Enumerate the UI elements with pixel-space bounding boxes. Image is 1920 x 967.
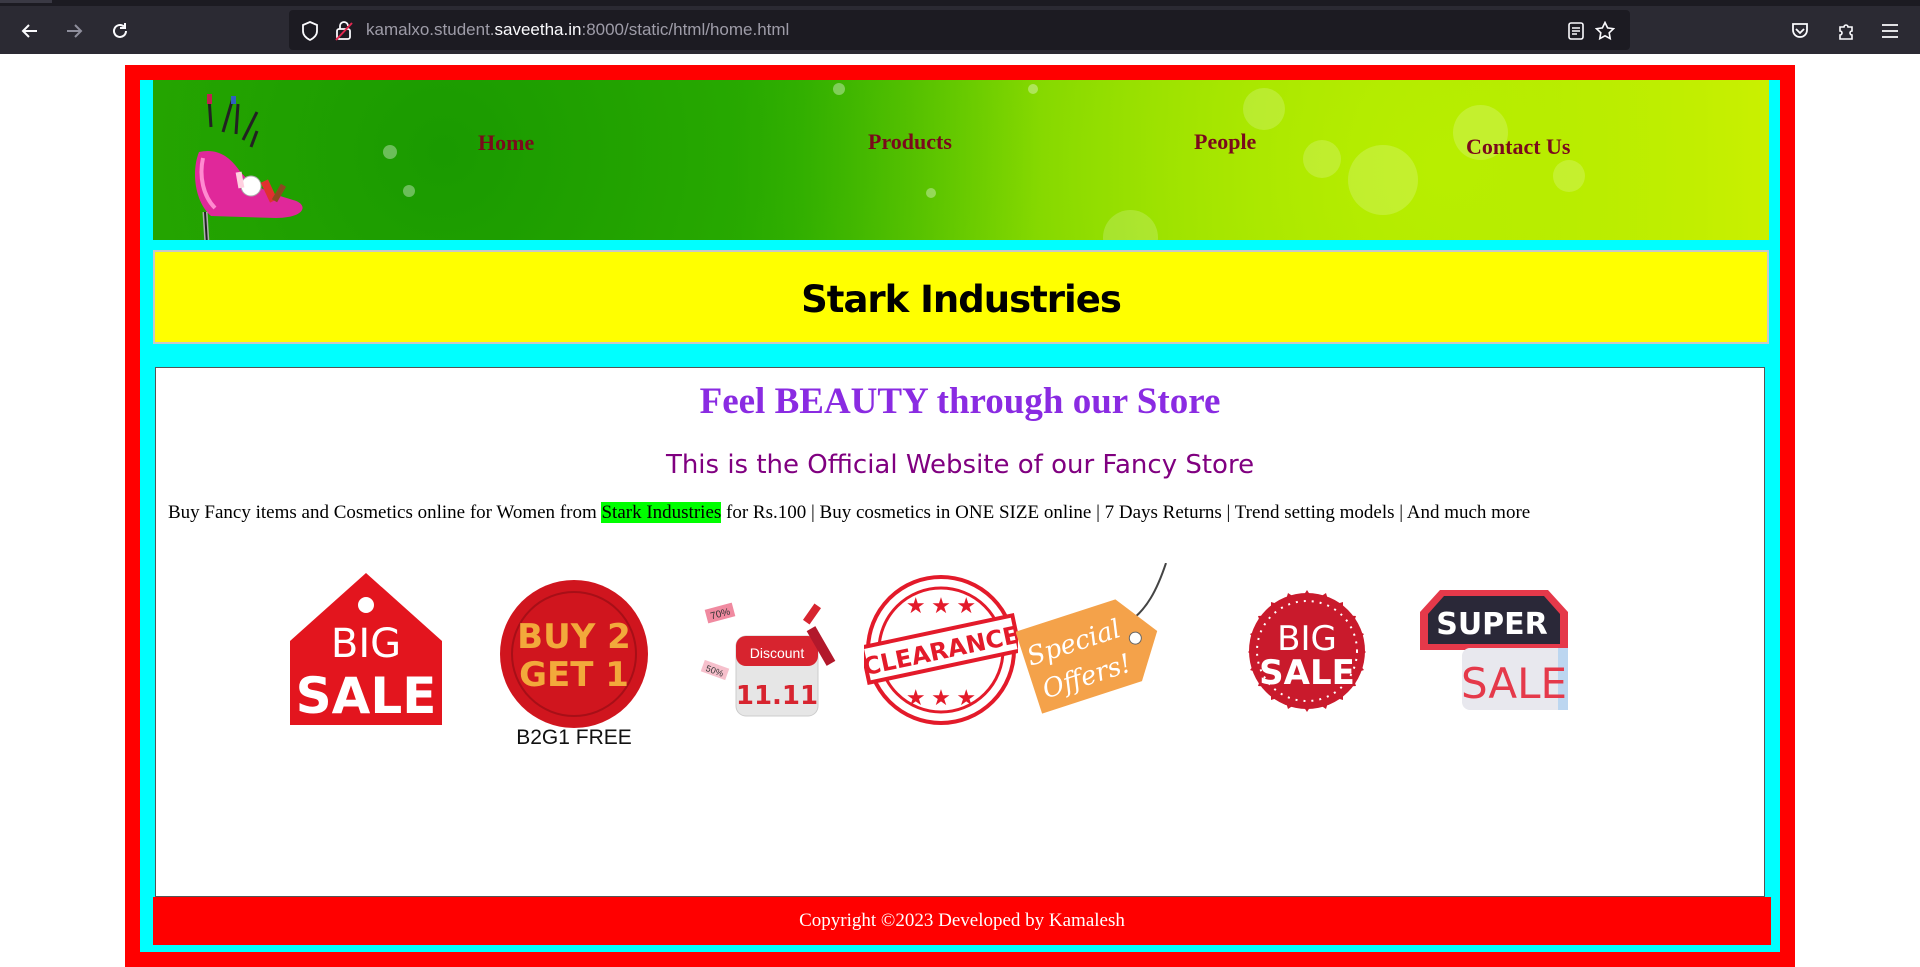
highlighted-company: Stark Industries [601,502,722,523]
svg-text:★ ★ ★: ★ ★ ★ [906,593,976,618]
bokeh-light [1303,140,1341,178]
active-tab-indicator[interactable] [0,0,52,3]
extensions-puzzle-icon[interactable] [1834,19,1858,43]
bokeh-light [926,188,936,198]
company-title: Stark Industries [801,278,1122,321]
reader-view-icon[interactable] [1565,20,1587,42]
svg-text:SALE: SALE [1259,653,1355,693]
bokeh-light [1243,88,1285,130]
svg-text:★ ★ ★: ★ ★ ★ [906,685,976,710]
description-text: Buy Fancy items and Cosmetics online for… [168,502,602,523]
page-frame: Home Products People Contact Us Stark In… [125,65,1795,967]
browser-toolbar: kamalxo.student.saveetha.in:8000/static/… [0,6,1920,54]
svg-text:SALE: SALE [1461,659,1567,708]
url-text[interactable]: kamalxo.student.saveetha.in:8000/static/… [366,20,789,40]
big-sale-tag-image: BIG SALE [290,573,442,725]
super-sale-tag-image: SUPER SALE [1420,590,1568,710]
nav-contact-link[interactable]: Contact Us [1466,134,1571,160]
insecure-lock-icon[interactable] [333,20,355,42]
nav-home-link[interactable]: Home [478,130,534,156]
high-heel-cosmetics-logo [195,94,303,240]
discount-calendar-image: Discount 11.11 70% 50% [700,602,836,717]
svg-text:Discount: Discount [750,645,805,661]
description-paragraph: Buy Fancy items and Cosmetics online for… [168,502,1530,524]
main-content: Feel BEAUTY through our Store This is th… [155,367,1765,897]
bokeh-light [403,185,415,197]
description-text: for Rs.100 | Buy cosmetics in ONE SIZE o… [721,502,1531,523]
nav-people-link[interactable]: People [1194,129,1256,155]
svg-text:BUY 2: BUY 2 [517,617,631,657]
bokeh-light [1103,210,1158,240]
bookmark-star-icon[interactable] [1594,20,1616,42]
header-banner: Home Products People Contact Us [153,80,1769,240]
forward-arrow-icon[interactable] [62,19,86,43]
svg-text:SUPER: SUPER [1436,607,1548,642]
pocket-icon[interactable] [1788,19,1812,43]
main-heading: Feel BEAUTY through our Store [699,381,1221,422]
bokeh-light [383,145,397,159]
svg-text:B2G1 FREE: B2G1 FREE [516,726,632,746]
svg-text:SALE: SALE [296,667,437,725]
svg-text:BIG: BIG [331,621,401,667]
footer: Copyright ©2023 Developed by Kamalesh [153,897,1771,945]
copyright-text: Copyright ©2023 Developed by Kamalesh [799,910,1125,931]
menu-hamburger-icon[interactable] [1878,19,1902,43]
page-inner: Home Products People Contact Us Stark In… [140,80,1780,952]
title-banner: Stark Industries [153,250,1769,344]
bokeh-light [1553,160,1585,192]
bokeh-light [1348,145,1418,215]
special-offers-tag-image: Special Offers! [1016,563,1167,714]
svg-text:GET 1: GET 1 [519,655,629,695]
sub-heading: This is the Official Website of our Fanc… [665,450,1255,480]
back-arrow-icon[interactable] [18,19,42,43]
buy2get1-badge-image: BUY 2 GET 1 B2G1 FREE [500,580,648,746]
bokeh-light [1028,84,1038,94]
bokeh-light [833,83,845,95]
svg-text:11.11: 11.11 [736,681,818,711]
shield-icon[interactable] [299,20,321,42]
address-bar[interactable]: kamalxo.student.saveetha.in:8000/static/… [289,10,1630,50]
nav-products-link[interactable]: Products [868,129,952,155]
svg-text:50%: 50% [704,663,724,679]
big-sale-seal-image: BIG SALE [1248,590,1366,712]
reload-icon[interactable] [108,19,132,43]
clearance-stamp-image: CLEARANCE ★ ★ ★ ★ ★ ★ [864,575,1018,725]
